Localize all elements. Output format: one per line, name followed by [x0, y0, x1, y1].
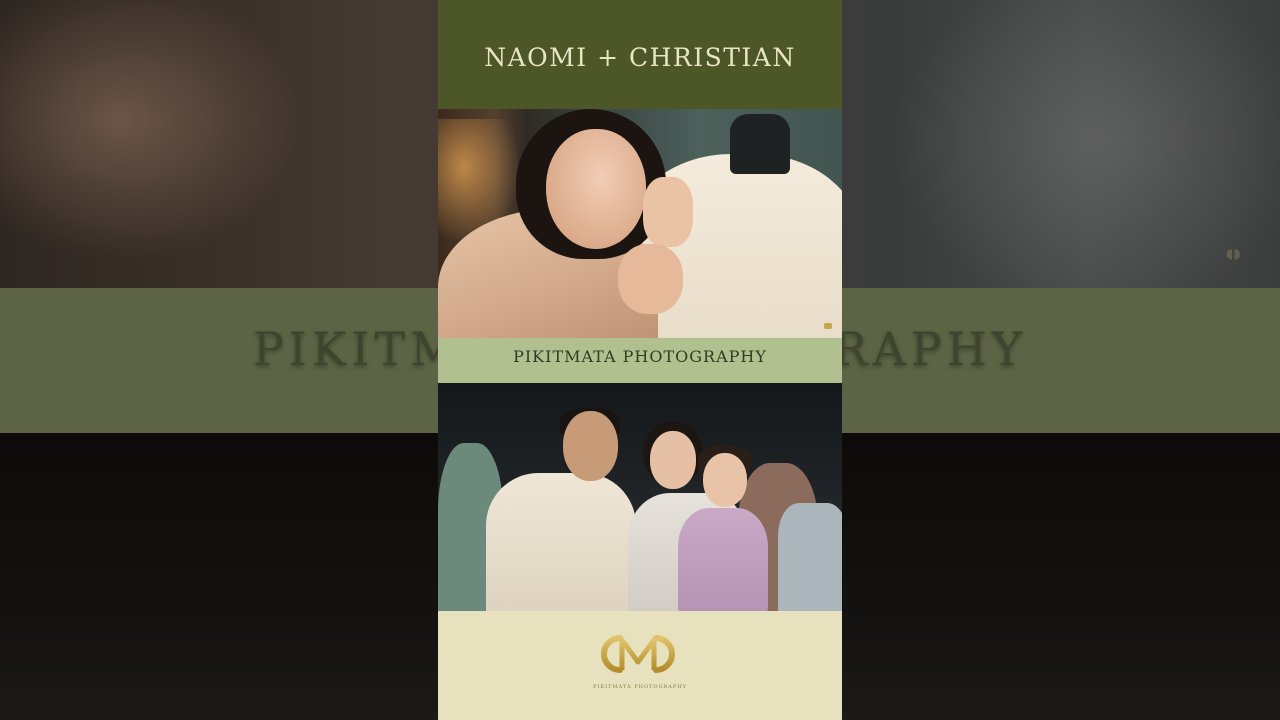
bride-hand-upper: [643, 177, 693, 247]
vertical-video-column: NAOMI + CHRISTIAN PIKITMATA PHOTOGRAPHY: [438, 0, 842, 720]
pikitmata-logo-icon: [601, 635, 675, 673]
girl-head: [703, 453, 747, 507]
photography-credit: PIKITMATA PHOTOGRAPHY: [513, 347, 767, 366]
photo-watermark-icon: [824, 323, 832, 329]
family-portrait-photo: [438, 383, 842, 611]
video-frame: PIKITMATA PHOTOGRAPHY ◖◗ NAOMI + CHRISTI…: [0, 0, 1280, 720]
chair-right: [778, 503, 842, 611]
couple-title: NAOMI + CHRISTIAN: [484, 43, 796, 72]
logo-subtitle: PIKITMATA PHOTOGRAPHY: [593, 684, 687, 690]
bride-face: [546, 129, 646, 249]
bride-head: [650, 431, 696, 489]
blurred-watermark-icon: ◖◗: [1226, 246, 1241, 262]
girl-dress: [678, 508, 768, 611]
bride-with-barong-photo: [438, 109, 842, 338]
groom-body: [486, 473, 636, 611]
mannequin-neck: [730, 114, 790, 174]
bride-hand-lower: [618, 244, 683, 314]
groom-head: [563, 411, 618, 481]
